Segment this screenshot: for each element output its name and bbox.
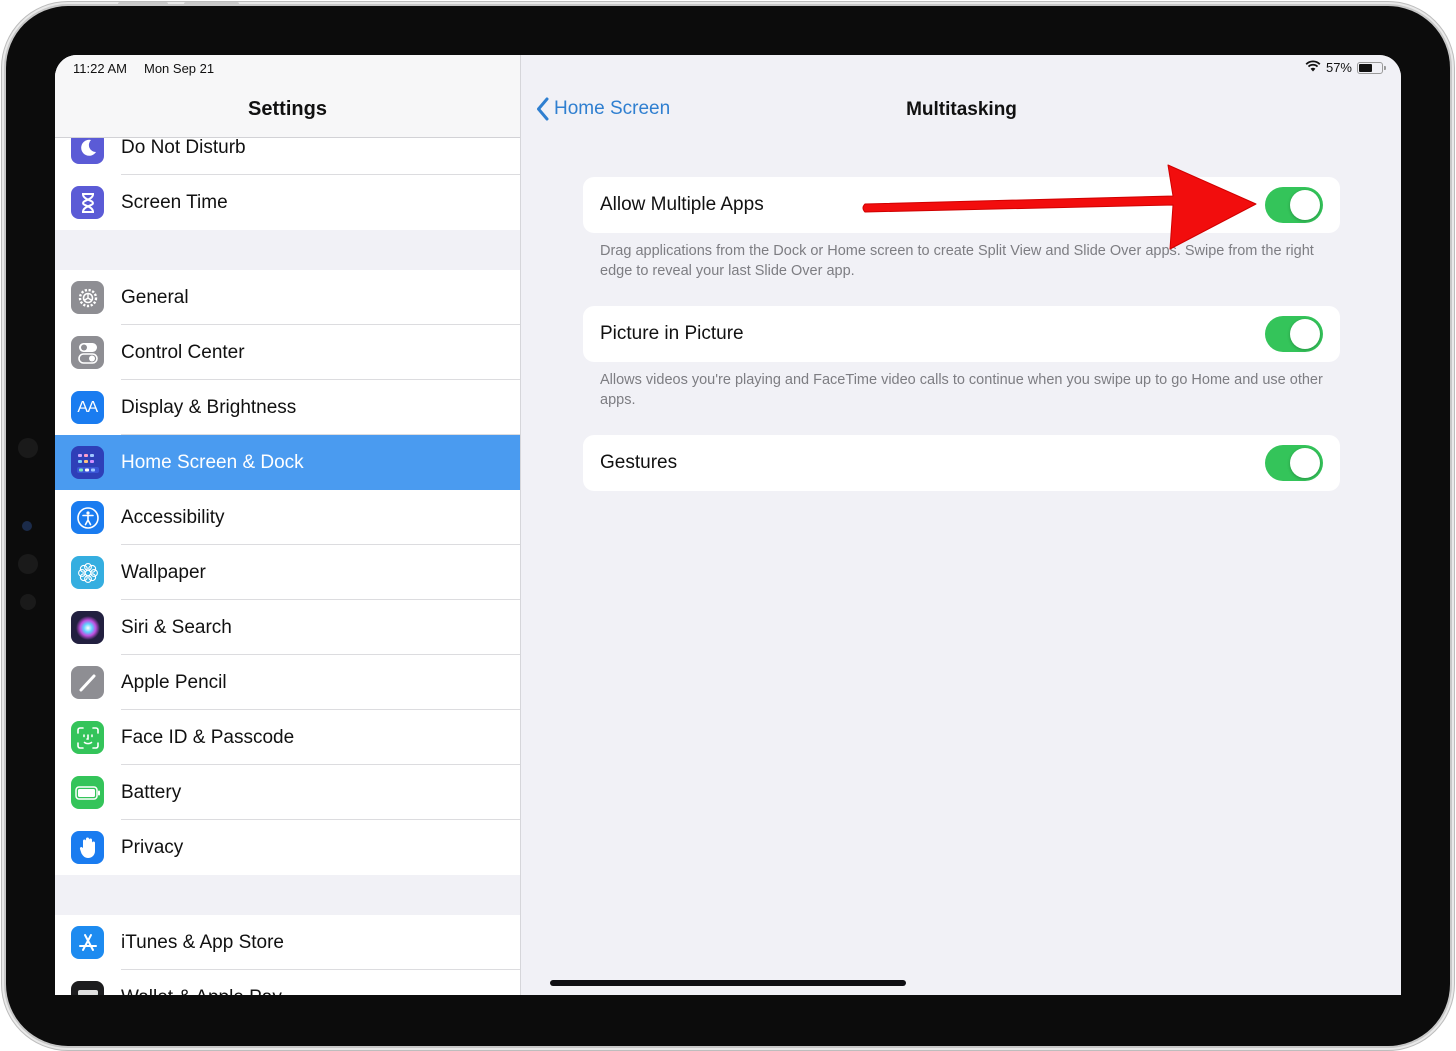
sidebar-item-label: Control Center	[121, 341, 245, 363]
sidebar-item-label: Privacy	[121, 836, 184, 858]
camera-lens	[18, 554, 38, 574]
sidebar-item-label: Do Not Disturb	[121, 136, 246, 158]
allow-multiple-apps-toggle[interactable]	[1265, 187, 1323, 223]
battery-icon	[71, 776, 104, 809]
sidebar-item-screen-time[interactable]: Screen Time	[55, 175, 520, 230]
hourglass-icon	[71, 186, 104, 219]
sidebar-item-wallpaper[interactable]: Wallpaper	[55, 545, 520, 600]
setting-footnote: Allows videos you're playing and FaceTim…	[600, 372, 1323, 408]
section-gap	[55, 230, 520, 270]
screen: 11:22 AM Mon Sep 21 57% Settings Do Not …	[55, 55, 1401, 995]
pencil-icon	[71, 666, 104, 699]
settings-group: General Control Center AA Display & Brightn…	[55, 270, 520, 875]
sidebar-item-label: Accessibility	[121, 506, 225, 528]
sidebar-item-apple-pencil[interactable]: Apple Pencil	[55, 655, 520, 710]
sidebar-item-label: Face ID & Passcode	[121, 726, 295, 748]
camera-sensor	[22, 521, 32, 531]
sidebar-item-accessibility[interactable]: Accessibility	[55, 490, 520, 545]
sidebar-item-general[interactable]: General	[55, 270, 520, 325]
sidebar-item-label: Battery	[121, 781, 182, 803]
settings-sidebar: Settings Do Not Disturb Screen Time Genera…	[55, 55, 521, 995]
gestures-toggle[interactable]	[1265, 445, 1323, 481]
home-indicator[interactable]	[550, 980, 906, 986]
sidebar-item-label: Wallet & Apple Pay	[121, 987, 282, 996]
sidebar-item-battery[interactable]: Battery	[55, 765, 520, 820]
app-grid-icon	[71, 446, 104, 479]
camera-lens	[20, 594, 36, 610]
toggle-knob	[1290, 190, 1320, 220]
sidebar-item-label: Screen Time	[121, 191, 228, 213]
picture-in-picture-toggle[interactable]	[1265, 316, 1323, 352]
setting-label: Picture in Picture	[600, 323, 744, 344]
sidebar-item-itunes-and-app-store[interactable]: iTunes & App Store	[55, 915, 520, 970]
settings-list[interactable]: Do Not Disturb Screen Time General Control …	[55, 120, 520, 995]
hand-icon	[71, 831, 104, 864]
sidebar-title: Settings	[248, 98, 327, 120]
text-size-icon: AA	[71, 391, 104, 424]
app-store-icon	[71, 926, 104, 959]
sidebar-item-control-center[interactable]: Control Center	[55, 325, 520, 380]
sidebar-item-display-and-brightness[interactable]: AA Display & Brightness	[55, 380, 520, 435]
battery-percent: 57%	[1325, 60, 1352, 75]
status-indicators: 57%	[1305, 60, 1386, 75]
volume-button	[184, 2, 239, 6]
wallet-icon	[71, 981, 104, 995]
sidebar-item-face-id-and-passcode[interactable]: Face ID & Passcode	[55, 710, 520, 765]
accessibility-icon	[71, 501, 104, 534]
battery-level	[1359, 63, 1372, 72]
volume-button	[118, 2, 168, 6]
battery-icon	[1357, 61, 1386, 74]
detail-pane: Home Screen Multitasking Allow Multiple …	[522, 55, 1401, 995]
wifi-icon	[1305, 60, 1321, 75]
flower-icon	[71, 556, 104, 589]
setting-gestures: Gestures	[583, 435, 1340, 491]
setting-footnote: Drag applications from the Dock or Home …	[600, 243, 1314, 279]
sidebar-item-privacy[interactable]: Privacy	[55, 820, 520, 875]
section-gap	[55, 875, 520, 915]
sidebar-item-label: Wallpaper	[121, 561, 206, 583]
page-title: Multitasking	[906, 99, 1017, 120]
sidebar-item-siri-and-search[interactable]: Siri & Search	[55, 600, 520, 655]
sidebar-item-label: Display & Brightness	[121, 396, 297, 418]
camera-lens	[18, 438, 38, 458]
settings-group: iTunes & App Store Wallet & Apple Pay	[55, 915, 520, 995]
sidebar-item-label: Siri & Search	[121, 616, 232, 638]
sidebar-item-label: Home Screen & Dock	[121, 451, 304, 473]
setting-allow-multiple-apps: Allow Multiple Apps	[583, 177, 1340, 233]
sidebar-item-home-screen-and-dock[interactable]: Home Screen & Dock	[55, 435, 520, 490]
setting-picture-in-picture: Picture in Picture	[583, 306, 1340, 362]
status-time: 11:22 AM	[73, 61, 127, 76]
toggle-knob	[1290, 319, 1320, 349]
toggle-knob	[1290, 448, 1320, 478]
setting-label: Allow Multiple Apps	[600, 194, 764, 215]
siri-icon	[71, 611, 104, 644]
sidebar-item-label: iTunes & App Store	[121, 931, 285, 953]
sidebar-item-label: Apple Pencil	[121, 671, 227, 693]
gear-icon	[71, 281, 104, 314]
face-id-icon	[71, 721, 104, 754]
setting-label: Gestures	[600, 452, 678, 473]
status-bar: 11:22 AM Mon Sep 21 57%	[55, 55, 1401, 81]
sidebar-item-label: General	[121, 286, 189, 308]
sidebar-item-wallet-and-apple-pay[interactable]: Wallet & Apple Pay	[55, 970, 520, 995]
status-date: Mon Sep 21	[144, 61, 215, 76]
switches-icon	[71, 336, 104, 369]
